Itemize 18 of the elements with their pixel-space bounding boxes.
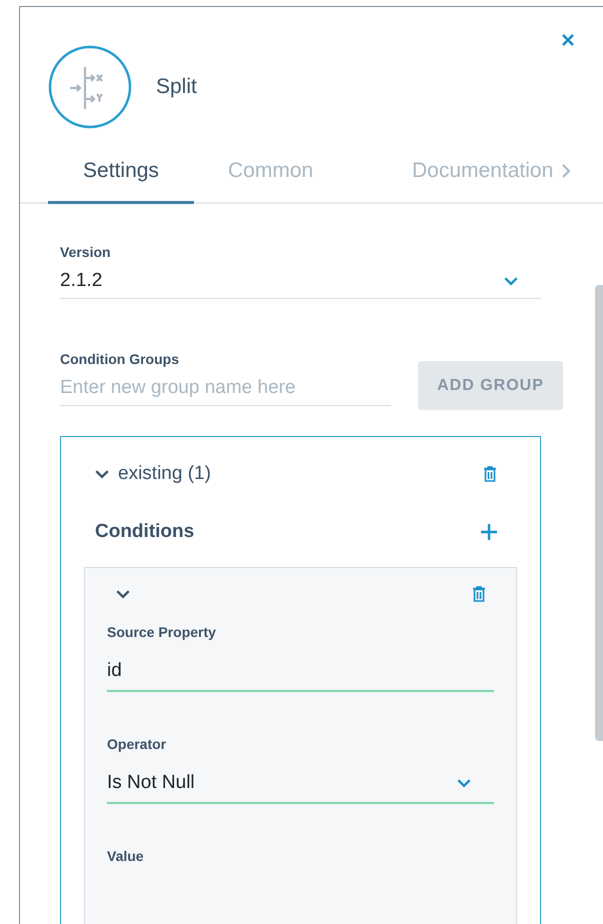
close-icon[interactable]: [561, 33, 575, 47]
trash-icon[interactable]: [483, 466, 497, 482]
field-label: Value: [107, 848, 145, 864]
tab[interactable]: Settings: [48, 159, 194, 204]
node-title: Split: [156, 75, 197, 99]
group-name: existing (1): [118, 463, 211, 485]
section-title: Conditions: [95, 521, 194, 543]
field-label: Version: [60, 244, 112, 260]
field-label: Operator: [107, 736, 168, 752]
input-field[interactable]: id: [107, 640, 494, 692]
dropdown-field[interactable]: Is Not Null: [107, 752, 494, 804]
dropdown-field[interactable]: 2.1.2: [60, 260, 541, 299]
chevron-right-icon[interactable]: [561, 163, 572, 179]
field-label: Source Property: [107, 624, 217, 640]
field-label: Condition Groups: [60, 351, 180, 367]
trash-icon[interactable]: [472, 586, 486, 602]
split-node-icon: [48, 45, 132, 129]
plus-icon[interactable]: [481, 524, 497, 540]
